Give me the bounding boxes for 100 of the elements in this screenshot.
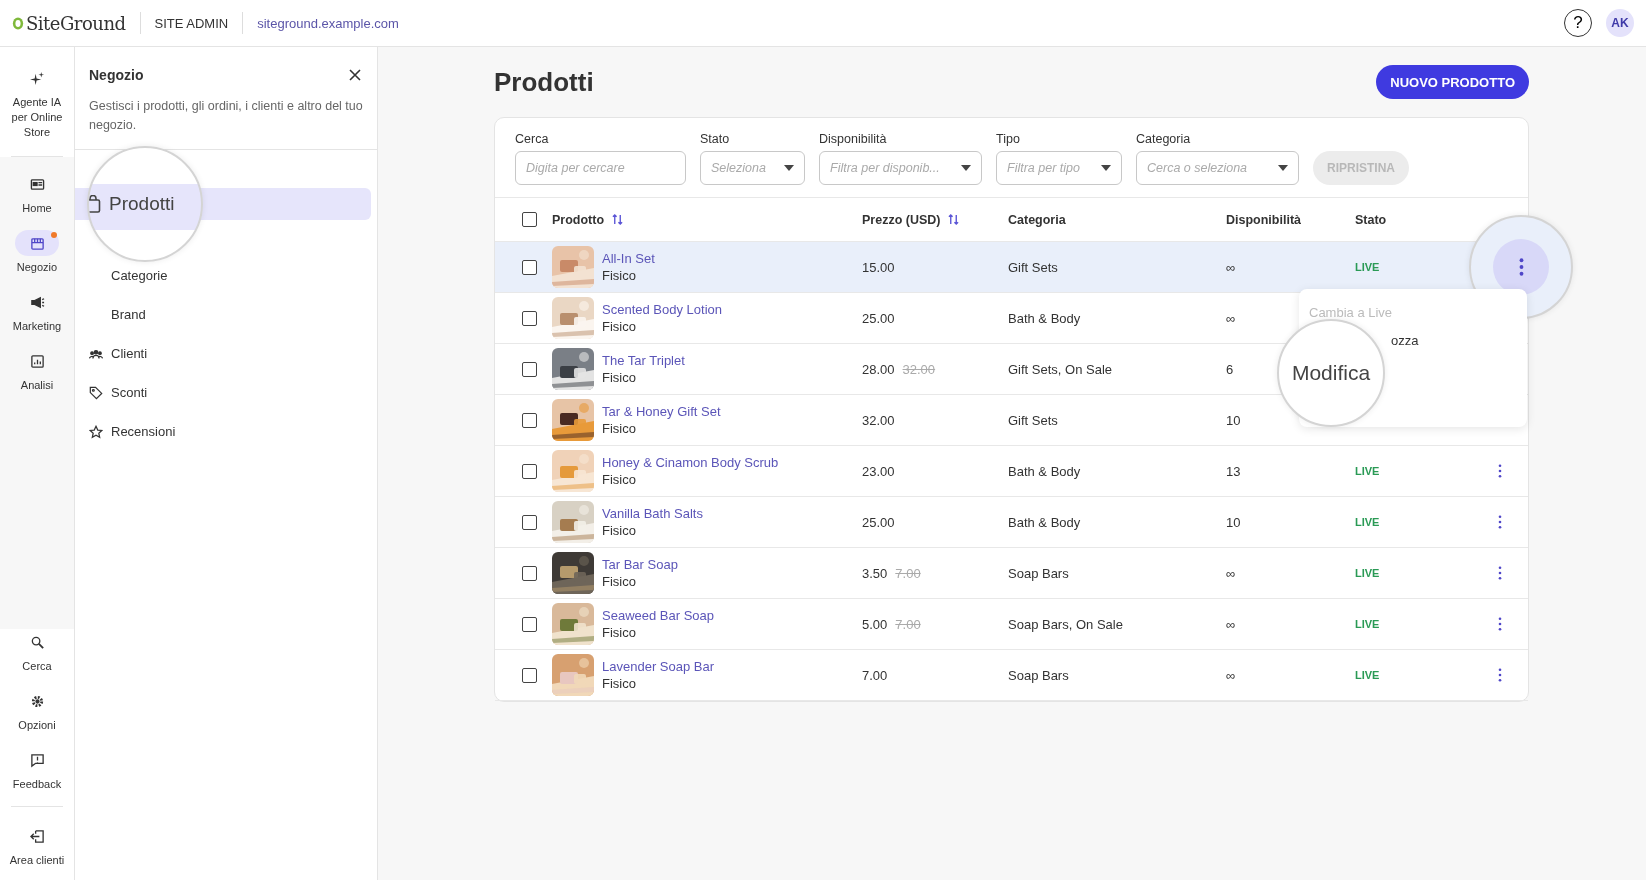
product-link[interactable]: Lavender Soap Bar (602, 659, 715, 674)
category-text: Bath & Body (1008, 514, 1081, 530)
caret-icon (1101, 165, 1111, 171)
nav-subitem[interactable]: Categorie (75, 256, 371, 295)
table-row[interactable]: Seaweed Bar Soap Fisico 5.00 7.00 Soap Bars, On Sale ∞ LIVE (495, 599, 1528, 650)
logo-text[interactable]: SiteGround (26, 12, 126, 34)
kebab-icon (1497, 515, 1502, 529)
row-checkbox[interactable] (522, 616, 537, 632)
product-link[interactable]: Vanilla Bath Salts (602, 506, 703, 521)
old-price: 32.00 (902, 361, 936, 377)
category-text: Gift Sets, On Sale (1008, 361, 1113, 377)
row-checkbox[interactable] (522, 361, 537, 377)
domain-link[interactable]: siteground.example.com (257, 15, 399, 31)
product-type: Fisico (602, 523, 637, 538)
product-link[interactable]: Honey & Cinamon Body Scrub (602, 455, 779, 470)
product-type: Fisico (602, 370, 637, 385)
price-text: 25.00 (862, 310, 895, 326)
panel-description: Gestisci i prodotti, gli ordini, i clienti e altro del tuo negozio. (89, 98, 363, 134)
filter-label: Categoria (1136, 132, 1192, 146)
rail-item[interactable]: Cerca (5, 629, 69, 674)
product-type: Fisico (602, 574, 637, 589)
sort-icon[interactable] (612, 213, 624, 226)
nav-subitem[interactable]: Brand (75, 295, 371, 334)
product-link[interactable]: Tar & Honey Gift Set (602, 404, 721, 419)
category-text: Gift Sets (1008, 259, 1058, 275)
product-type: Fisico (602, 421, 637, 436)
kebab-icon (1497, 668, 1502, 682)
row-checkbox[interactable] (522, 310, 537, 326)
table-row[interactable]: Vanilla Bath Salts Fisico 25.00 Bath & Body 10 LIVE (495, 497, 1528, 548)
avatar-button[interactable]: AK (1606, 9, 1634, 37)
rail-item[interactable]: Area clienti (5, 823, 69, 868)
close-button[interactable] (347, 67, 363, 83)
stock-text: 6 (1226, 361, 1234, 377)
row-checkbox[interactable] (522, 667, 537, 683)
old-price: 7.00 (895, 565, 921, 581)
megaphone-icon (29, 294, 45, 310)
status-label: LIVE (1355, 618, 1380, 630)
feedback-icon (29, 752, 45, 768)
rail-item[interactable]: Agente IA per Online Store (5, 65, 69, 140)
stock-text: 10 (1226, 514, 1241, 530)
store-icon (29, 235, 45, 251)
category-text: Bath & Body (1008, 310, 1081, 326)
rail-item[interactable]: Marketing (5, 289, 69, 334)
product-type: Fisico (602, 268, 637, 283)
rail-item[interactable]: Negozio (5, 230, 69, 275)
product-link[interactable]: The Tar Triplet (602, 353, 685, 368)
category-text: Soap Bars (1008, 565, 1069, 581)
caret-icon (961, 165, 971, 171)
price-text: 5.00 (862, 616, 888, 632)
stock-text: ∞ (1226, 259, 1236, 275)
caret-icon (1278, 165, 1288, 171)
chart-icon (29, 353, 45, 369)
row-checkbox[interactable] (522, 514, 537, 530)
product-link[interactable]: Scented Body Lotion (602, 302, 722, 317)
tag-icon (89, 385, 103, 400)
stock-text: 13 (1226, 463, 1241, 479)
kebab-icon (1497, 566, 1502, 580)
rail-item[interactable]: Analisi (5, 348, 69, 393)
nav-item[interactable]: Sconti (75, 373, 371, 412)
new-product-button[interactable]: NUOVO PRODOTTO (1376, 65, 1529, 99)
help-button[interactable]: ? (1564, 9, 1592, 37)
stock-text: 10 (1226, 412, 1241, 428)
row-checkbox[interactable] (522, 463, 537, 479)
stock-text: ∞ (1226, 667, 1236, 683)
stock-text: ∞ (1226, 565, 1236, 581)
price-text: 25.00 (862, 514, 895, 530)
stock-text: ∞ (1226, 616, 1236, 632)
select-all-checkbox[interactable] (522, 212, 537, 227)
row-checkbox[interactable] (522, 259, 537, 275)
column-header: Stato (1355, 212, 1387, 227)
table-row[interactable]: Honey & Cinamon Body Scrub Fisico 23.00 Bath & Body 13 LIVE (495, 446, 1528, 497)
category-text: Bath & Body (1008, 463, 1081, 479)
star-icon (89, 424, 103, 439)
price-text: 28.00 (862, 361, 895, 377)
table-row[interactable]: Tar Bar Soap Fisico 3.50 7.00 Soap Bars ∞ LIVE (495, 548, 1528, 599)
nav-item[interactable]: Clienti (75, 334, 371, 373)
row-checkbox[interactable] (522, 412, 537, 428)
page-title: Prodotti (494, 66, 594, 98)
sort-icon[interactable] (948, 213, 960, 226)
product-link[interactable]: All-In Set (602, 251, 655, 266)
product-type: Fisico (602, 319, 637, 334)
kebab-icon (1497, 617, 1502, 631)
status-label: LIVE (1355, 516, 1380, 528)
rail-item[interactable]: Home (5, 171, 69, 216)
section-label: SITE ADMIN (154, 15, 229, 31)
row-checkbox[interactable] (522, 565, 537, 581)
product-link[interactable]: Seaweed Bar Soap (602, 608, 715, 623)
nav-item[interactable]: Prodotti (109, 193, 175, 215)
product-link[interactable]: Tar Bar Soap (602, 557, 678, 572)
old-price: 7.00 (895, 616, 921, 632)
rail-item[interactable]: Opzioni (5, 688, 69, 733)
status-label: LIVE (1355, 669, 1380, 681)
menu-item[interactable]: Modifica (1291, 361, 1371, 385)
settings-icon (29, 693, 45, 709)
table-row[interactable]: Lavender Soap Bar Fisico 7.00 Soap Bars ∞ LIVE (495, 650, 1528, 701)
rail-item[interactable]: Feedback (5, 747, 69, 792)
product-type: Fisico (602, 625, 637, 640)
bag-icon (89, 195, 101, 213)
search-field[interactable]: Digita per cercare (515, 151, 686, 185)
nav-item[interactable]: Recensioni (75, 412, 371, 451)
